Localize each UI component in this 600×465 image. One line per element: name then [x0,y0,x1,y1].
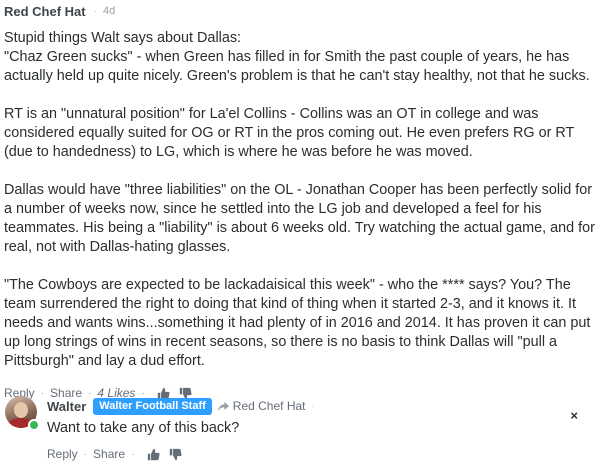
comment-author[interactable]: Red Chef Hat [4,4,86,19]
comment-paragraph: Stupid things Walt says about Dallas: "C… [4,30,590,84]
online-status-indicator [28,419,40,431]
comment-body: Stupid things Walt says about Dallas: "C… [4,29,596,371]
comment-paragraph: RT is an "unnatural position" for La'el … [4,106,575,160]
meta-separator: · [93,5,97,17]
comment: Red Chef Hat · 4d Stupid things Walt say… [4,2,596,401]
thumbs-up-icon[interactable] [146,447,160,461]
comment-paragraph: "The Cowboys are expected to be lackadai… [4,277,591,369]
avatar-face [14,402,28,418]
close-icon[interactable]: × [570,409,578,422]
share-button[interactable]: Share [93,447,125,461]
reply-button[interactable]: Reply [47,447,78,461]
reply-to-author[interactable]: Red Chef Hat [233,399,306,413]
reply-comment: Walter Walter Football Staff Red Chef Ha… [0,392,600,465]
reply-header: Walter Walter Football Staff Red Chef Ha… [47,397,314,415]
reply-actions: Reply · Share · [47,446,182,462]
comment-header: Red Chef Hat · 4d [4,2,596,20]
comment-paragraph: Dallas would have "three liabilities" on… [4,182,595,255]
reply-author[interactable]: Walter [47,399,86,414]
action-separator: · [83,448,88,460]
comment-timestamp[interactable]: 4d [103,5,115,17]
reply-body: Want to take any of this back? [47,420,240,436]
action-separator: · [131,448,135,460]
reply-arrow-icon [217,401,229,412]
staff-badge: Walter Football Staff [93,397,212,415]
thumbs-down-icon[interactable] [168,447,182,461]
meta-separator: · [311,401,315,411]
